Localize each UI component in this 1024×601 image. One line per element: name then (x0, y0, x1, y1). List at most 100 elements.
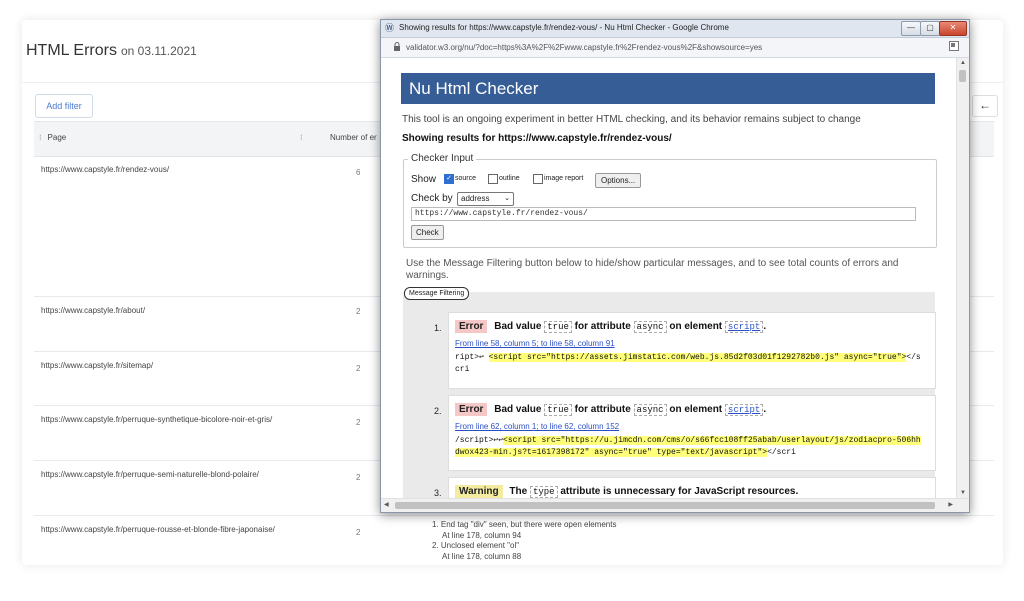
row-count: 2 (356, 528, 361, 537)
source-checkbox[interactable]: ✓ (444, 174, 454, 184)
check-button[interactable]: Check (411, 225, 444, 240)
message-text: for attribute (574, 321, 631, 332)
message-title: Error Bad value true for attribute async… (455, 320, 766, 333)
outline-label: outline (499, 175, 520, 182)
filter-instructions: Use the Message Filtering button below t… (406, 258, 899, 281)
message-item: 2. Error Bad value true for attribute as… (434, 395, 936, 471)
minimize-button[interactable]: — (901, 21, 921, 36)
source-extract: /script>↩↩<script src="https://u.jimcdn.… (455, 435, 925, 459)
drag-handle-icon[interactable]: ⁝ (39, 133, 42, 142)
message-text: . (763, 404, 767, 415)
row-url[interactable]: https://www.capstyle.fr/perruque-rousse-… (41, 524, 291, 535)
location-link[interactable]: From line 58, column 5; to line 58, colu… (455, 339, 615, 348)
maximize-button[interactable]: ▢ (920, 21, 940, 36)
message-item: 1. Error Bad value true for attribute as… (434, 312, 936, 389)
checker-input-legend: Checker Input (408, 153, 477, 164)
window-titlebar[interactable]: Ⓦ Showing results for https://www.capsty… (381, 20, 969, 38)
location-link[interactable]: From line 62, column 1; to line 62, colu… (455, 422, 619, 431)
code-snippet: true (544, 321, 572, 333)
add-filter-button[interactable]: Add filter (35, 94, 93, 118)
row-count: 2 (356, 364, 361, 373)
source-label: source (455, 175, 477, 182)
report-date: on 03.11.2021 (120, 44, 197, 58)
outline-checkbox[interactable] (488, 174, 498, 184)
code-snippet: true (544, 404, 572, 416)
check-by-label: Check by (411, 193, 453, 204)
check-by-value: address (461, 194, 490, 203)
message-text: for attribute (574, 404, 631, 415)
column-header-page[interactable]: ⁝ Page (39, 133, 66, 142)
row-url[interactable]: https://www.capstyle.fr/perruque-semi-na… (41, 469, 291, 480)
scroll-up-icon[interactable]: ▲ (960, 60, 966, 66)
row-url[interactable]: https://www.capstyle.fr/sitemap/ (41, 360, 291, 371)
image-report-checkbox[interactable] (533, 174, 543, 184)
address-url[interactable]: validator.w3.org/nu/?doc=https%3A%2F%2Fw… (406, 43, 762, 52)
title-text: HTML Errors (26, 42, 117, 59)
checker-heading: Nu Html Checker (401, 73, 935, 104)
message-number: 2. (434, 406, 442, 416)
message-line: 1. End tag "div" seen, but there were op… (432, 520, 617, 529)
message-text: The (509, 486, 528, 497)
row-count: 6 (356, 168, 361, 177)
code-snippet: type (529, 486, 558, 498)
options-button[interactable]: Options... (595, 173, 642, 188)
message-title: Warning The type attribute is unnecessar… (455, 485, 798, 498)
message-text: Bad value (494, 321, 542, 332)
message-line: At line 178, column 88 (442, 551, 522, 561)
column-header-number[interactable]: Number of er (330, 133, 377, 142)
message-line: At line 178, column 94 (442, 530, 522, 540)
message-number: 1. (434, 323, 442, 333)
message-item: 3. Warning The type attribute is unneces… (434, 477, 936, 498)
code-snippet: async (633, 321, 667, 333)
message-title: Error Bad value true for attribute async… (455, 403, 766, 416)
results-heading: Showing results for https://www.capstyle… (402, 133, 672, 144)
address-bar[interactable]: validator.w3.org/nu/?doc=https%3A%2F%2Fw… (381, 38, 969, 58)
show-label: Show (411, 174, 437, 185)
message-filtering-button[interactable]: Message Filtering (404, 287, 470, 300)
message-text: on element (669, 321, 723, 332)
error-badge: Error (455, 403, 488, 416)
w3c-favicon-icon: Ⓦ (385, 23, 395, 33)
page-content: Nu Html Checker This tool is an ongoing … (381, 58, 956, 498)
extract-highlight: <script src="https://assets.jimstatic.co… (488, 353, 907, 362)
window-title: Showing results for https://www.capstyle… (399, 23, 729, 32)
scroll-thumb[interactable] (959, 70, 966, 82)
check-by-select[interactable]: address ⌄ (457, 192, 514, 206)
table-row: https://www.capstyle.fr/perruque-rousse-… (34, 516, 994, 565)
scroll-down-icon[interactable]: ▼ (960, 490, 966, 496)
close-button[interactable]: ✕ (939, 21, 967, 36)
row-count: 2 (356, 307, 361, 316)
message-number: 3. (434, 488, 442, 498)
row-url[interactable]: https://www.capstyle.fr/perruque-synthet… (41, 414, 291, 425)
translate-icon[interactable] (949, 41, 959, 53)
horizontal-scrollbar[interactable]: ◀ ▶ (381, 498, 969, 512)
chrome-window: Ⓦ Showing results for https://www.capsty… (380, 19, 970, 513)
messages-panel: 1. Error Bad value true for attribute as… (403, 292, 936, 498)
back-arrow-icon[interactable]: ← (972, 95, 998, 117)
message-text: on element (669, 404, 723, 415)
url-input[interactable]: https://www.capstyle.fr/rendez-vous/ (411, 207, 916, 221)
intro-text: This tool is an ongoing experiment in be… (402, 114, 861, 125)
message-line: 2. Unclosed element "ol" (432, 541, 520, 550)
message-text: attribute is unnecessary for JavaScript … (560, 486, 799, 497)
extract-text: /script>↩↩ (455, 436, 504, 445)
column-label-page: Page (47, 133, 67, 142)
scroll-right-icon[interactable]: ▶ (948, 501, 953, 508)
chevron-down-icon: ⌄ (504, 195, 510, 202)
row-messages: 1. End tag "div" seen, but there were op… (432, 520, 616, 562)
column-resize-icon[interactable]: ⁝ (300, 133, 303, 142)
row-count: 2 (356, 473, 361, 482)
element-link[interactable]: script (724, 321, 764, 333)
extract-highlight: <script src="https://u.jimcdn.com/cms/o/… (455, 436, 921, 457)
code-snippet: async (633, 404, 667, 416)
image-report-label: image report (544, 175, 584, 182)
extract-text: ript>↩ (455, 353, 489, 362)
scroll-thumb[interactable] (395, 502, 935, 509)
row-count: 2 (356, 418, 361, 427)
row-url[interactable]: https://www.capstyle.fr/about/ (41, 305, 291, 316)
row-url[interactable]: https://www.capstyle.fr/rendez-vous/ (41, 164, 291, 175)
page-title: HTML Errors on 03.11.2021 (26, 42, 197, 60)
vertical-scrollbar[interactable]: ▲ ▼ (956, 58, 969, 498)
scroll-left-icon[interactable]: ◀ (384, 501, 389, 508)
element-link[interactable]: script (724, 404, 764, 416)
